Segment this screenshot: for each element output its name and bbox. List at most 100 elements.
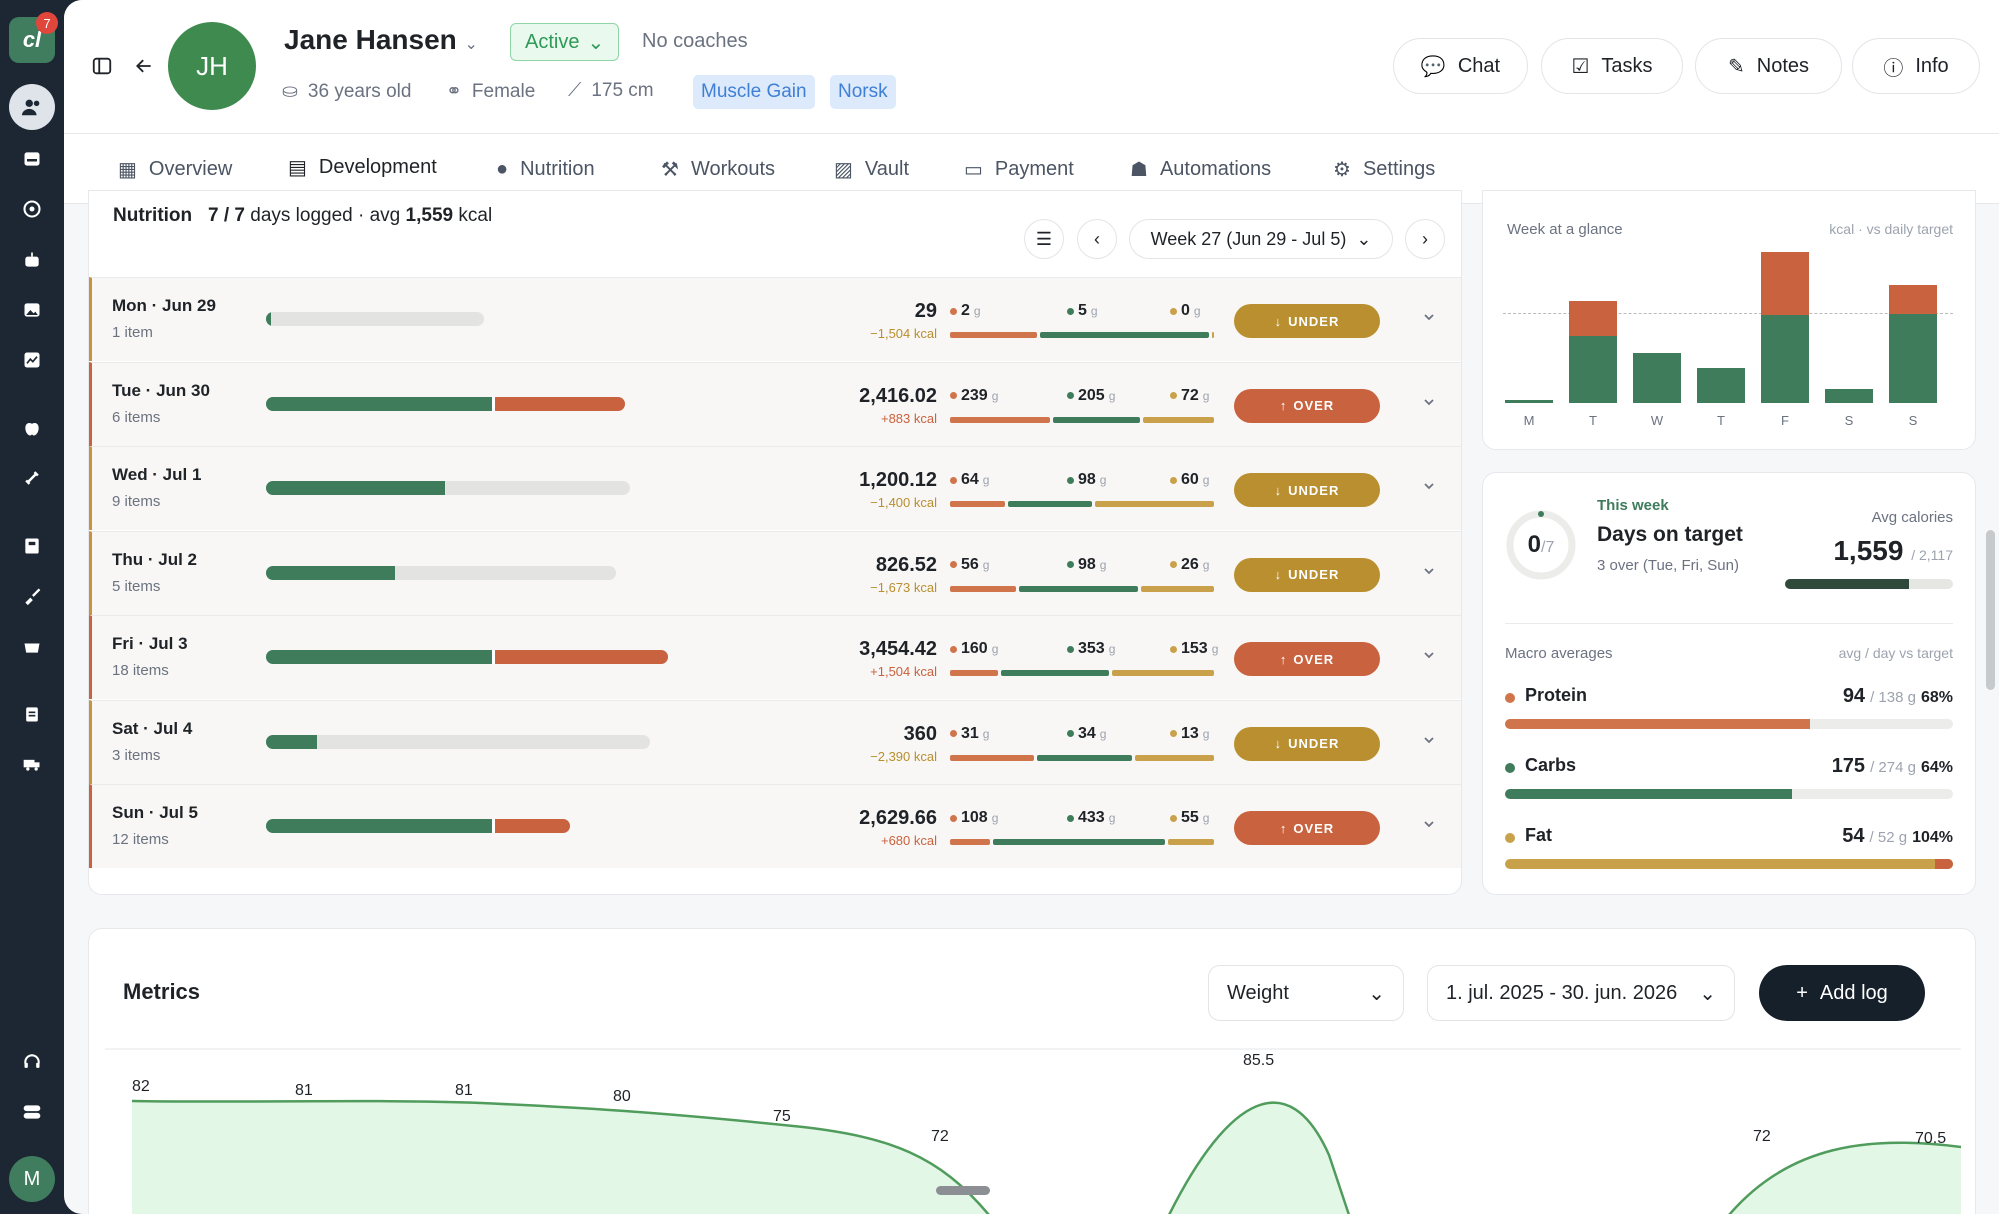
- clipboard-icon[interactable]: [20, 702, 44, 726]
- notes-button[interactable]: ✎ Notes: [1695, 38, 1842, 94]
- macro-split-protein: [950, 332, 1037, 338]
- glance-bar-base: [1697, 368, 1745, 403]
- expand-chevron-down-icon[interactable]: [1422, 310, 1436, 329]
- glance-bar: [1825, 389, 1873, 403]
- row-carbs-value: 353: [1078, 640, 1105, 657]
- calorie-bar-target-fill: [266, 396, 492, 411]
- status-pill-label: OVER: [1293, 651, 1335, 667]
- nutrition-row[interactable]: Fri · Jul 3 18 items 3,454.42 +1,504 kca…: [89, 615, 1461, 699]
- macro-split-carbs: [1053, 416, 1140, 423]
- brush-icon[interactable]: [20, 584, 44, 608]
- fat-dot-icon: [1170, 307, 1177, 315]
- tag-muscle-gain[interactable]: Muscle Gain: [693, 75, 815, 109]
- truck-icon[interactable]: [20, 752, 44, 776]
- macro-pct: 104%: [1912, 829, 1953, 846]
- target-icon[interactable]: [20, 197, 44, 221]
- user-avatar[interactable]: M: [9, 1156, 55, 1202]
- row-fat-unit: g: [1193, 304, 1201, 318]
- nutrition-row[interactable]: Mon · Jun 29 1 item 29 −1,504 kcal 2g 5g…: [89, 277, 1461, 361]
- expand-chevron-down-icon[interactable]: [1422, 648, 1436, 667]
- tab-nutrition-label: Nutrition: [520, 157, 595, 180]
- expand-chevron-down-icon[interactable]: [1422, 564, 1436, 583]
- robot-icon[interactable]: [20, 248, 44, 272]
- headset-icon[interactable]: [20, 1050, 44, 1074]
- filter-sliders-icon[interactable]: ☰: [1024, 219, 1064, 259]
- carbs-dot-icon: [1067, 476, 1074, 484]
- macro-split-fat: [1135, 754, 1214, 761]
- metrics-card: Metrics Weight ⌄ 1. jul. 2025 - 30. jun. …: [88, 928, 1976, 1214]
- left-rail: cl 7 M: [0, 0, 64, 1214]
- fat-dot-icon: [1170, 561, 1177, 568]
- row-protein: 108 g: [950, 809, 998, 827]
- week-selector[interactable]: Week 27 (Jun 29 - Jul 5) ⌄: [1129, 219, 1393, 259]
- tab-vault-label: Vault: [864, 157, 910, 180]
- nutrition-row[interactable]: Wed · Jul 1 9 items 1,200.12 −1,400 kcal…: [89, 446, 1461, 530]
- calorie-bar: [266, 312, 484, 326]
- expand-chevron-down-icon[interactable]: [1422, 733, 1436, 752]
- row-protein-unit: g: [982, 726, 990, 741]
- avg-kcal: 1,559: [405, 205, 454, 226]
- clients-icon[interactable]: [9, 84, 55, 130]
- calorie-bar-target-fill: [266, 565, 395, 580]
- height-text: 175 cm: [591, 80, 654, 101]
- macro-pct: 64%: [1920, 759, 1953, 776]
- row-carbs: 433 g: [1067, 809, 1115, 827]
- row-protein-value: 64: [961, 471, 979, 488]
- horizontal-scroll-handle[interactable]: [936, 1186, 990, 1195]
- glance-bar: [1697, 368, 1745, 403]
- book-icon[interactable]: [20, 534, 44, 558]
- apple-icon[interactable]: [20, 416, 44, 440]
- row-day: Fri · Jul 3: [112, 634, 188, 653]
- client-name[interactable]: Jane Hansen ⌄: [284, 24, 478, 56]
- nutrition-row[interactable]: Sat · Jul 4 3 items 360 −2,390 kcal 31 g …: [89, 699, 1461, 784]
- apple-tab-icon: ●: [496, 157, 509, 180]
- tag-norsk[interactable]: Norsk: [830, 75, 896, 109]
- chart-icon[interactable]: [20, 348, 44, 372]
- back-arrow-icon[interactable]: [130, 52, 158, 80]
- weight-data-label: 80: [613, 1088, 631, 1105]
- date-range-select[interactable]: 1. jul. 2025 - 30. jun. 2026 ⌄: [1427, 965, 1735, 1021]
- nutrition-row[interactable]: Tue · Jun 30 6 items 2,416.02 +883 kcal …: [89, 361, 1461, 446]
- vertical-scrollbar[interactable]: [1986, 530, 1995, 690]
- expand-chevron-down-icon[interactable]: [1422, 479, 1436, 498]
- basket-icon[interactable]: [20, 634, 44, 658]
- chat-button[interactable]: 💬 Chat: [1393, 38, 1528, 94]
- dumbbell-icon[interactable]: [20, 466, 44, 490]
- expand-chevron-down-icon[interactable]: [1422, 817, 1436, 836]
- row-kcal-delta: −1,504 kcal: [870, 326, 937, 341]
- image-icon[interactable]: [20, 298, 44, 322]
- macro-bar: [1505, 859, 1953, 869]
- chat-label: Chat: [1457, 54, 1501, 77]
- name-chevron-down-icon[interactable]: ⌄: [465, 36, 478, 53]
- macro-split-fat: [1143, 416, 1214, 423]
- expand-chevron-down-icon[interactable]: [1422, 395, 1436, 414]
- macro-value: 175: [1831, 755, 1866, 777]
- next-week-chevron-icon[interactable]: ›: [1405, 219, 1445, 259]
- info-icon: ⓘ: [1883, 57, 1904, 80]
- row-fat-unit: g: [1202, 557, 1210, 572]
- nutrition-row[interactable]: Sun · Jul 5 12 items 2,629.66 +680 kcal …: [89, 784, 1461, 868]
- row-day: Thu · Jul 2: [112, 549, 197, 569]
- toggle-icon[interactable]: [20, 1100, 44, 1124]
- glance-bar-over: [1889, 285, 1937, 314]
- tab-workouts-label: Workouts: [690, 157, 776, 180]
- row-fat-value: 26: [1181, 555, 1199, 573]
- protein-dot-icon: [950, 476, 957, 484]
- sidebar-toggle-icon[interactable]: [88, 52, 116, 80]
- add-log-button[interactable]: + Add log: [1759, 965, 1925, 1021]
- row-fat: 55 g: [1170, 809, 1209, 827]
- info-button[interactable]: ⓘ Info: [1852, 38, 1980, 94]
- row-protein: 31 g: [950, 725, 989, 743]
- avg-calories-bar-fill: [1785, 579, 1910, 589]
- glance-bar: [1633, 353, 1681, 403]
- status-dropdown[interactable]: Active ⌄: [510, 23, 620, 61]
- row-carbs-value: 98: [1078, 471, 1096, 488]
- metric-select[interactable]: Weight ⌄: [1208, 965, 1404, 1021]
- nutrition-row[interactable]: Thu · Jul 2 5 items 826.52 −1,673 kcal 5…: [89, 530, 1461, 615]
- inbox-icon[interactable]: [20, 147, 44, 171]
- macro-dot-icon: [1505, 763, 1515, 773]
- arrow-down-icon: ↓: [1274, 313, 1283, 329]
- prev-week-chevron-icon[interactable]: ‹: [1077, 219, 1117, 259]
- macro-bar-fill: [1505, 859, 1953, 869]
- tasks-button[interactable]: ☑ Tasks: [1541, 38, 1683, 94]
